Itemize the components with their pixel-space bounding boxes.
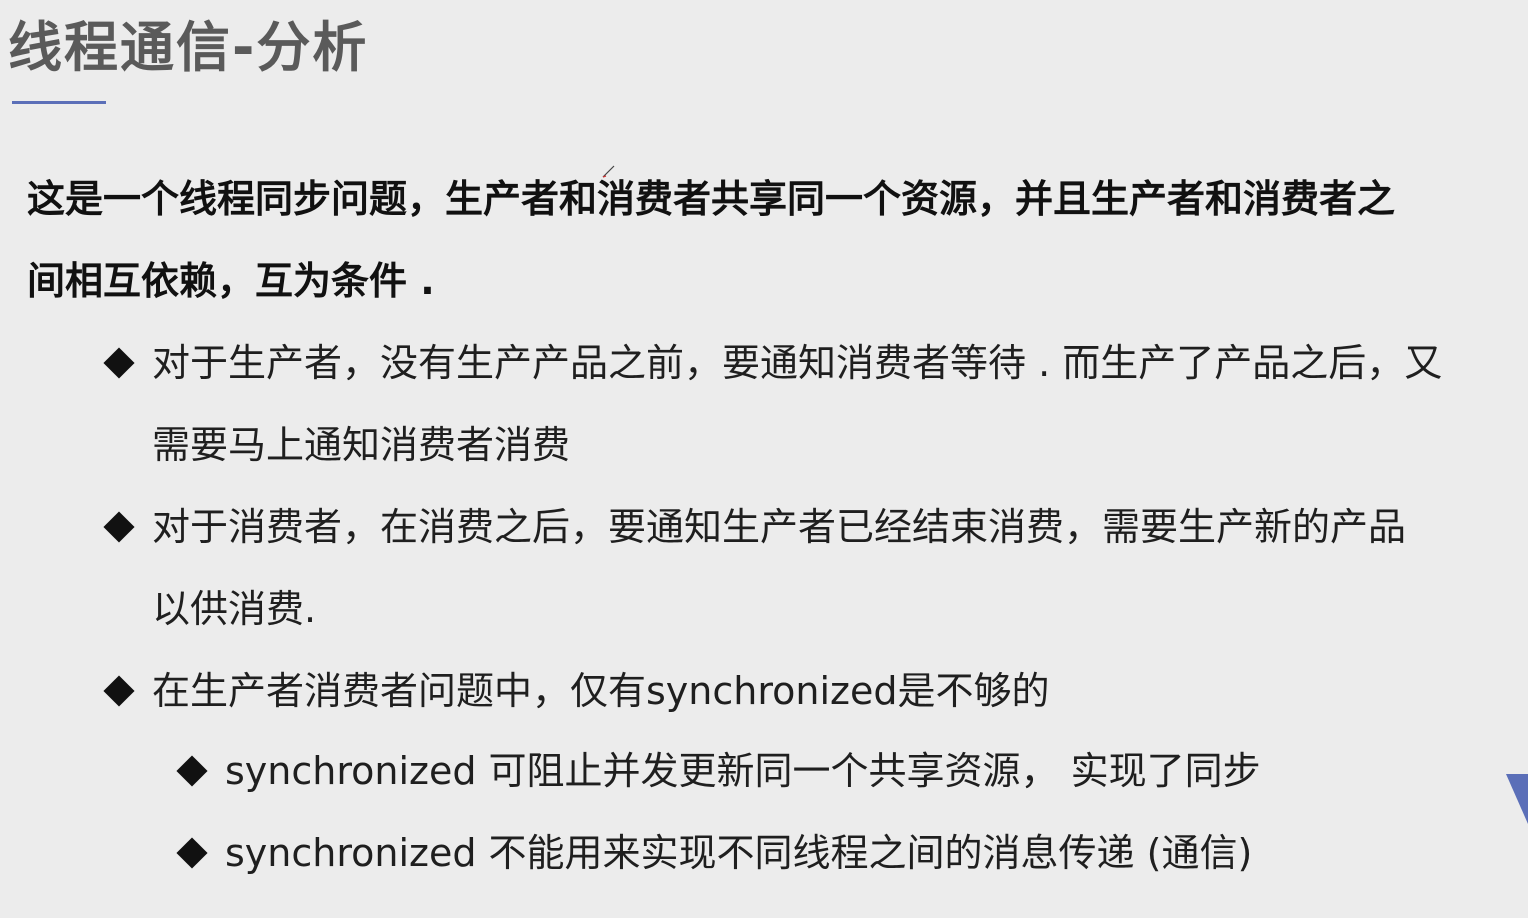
bullet-consumer-line-1: 对于消费者，在消费之后，要通知生产者已经结束消费，需要生产新的产品 [152,505,1407,549]
sub-bullet-sync-no-messaging-text: synchronized 不能用来实现不同线程之间的消息传递 (通信) [225,831,1253,875]
bullet-producer-line-1: 对于生产者，没有生产产品之前，要通知消费者等待 . 而生产了产品之后，又 [152,341,1443,385]
intro-line-1: 这是一个线程同步问题，生产者和消费者共享同一个资源，并且生产者和消费者之 [27,177,1396,221]
bullet-producer-line-2: 需要马上通知消费者消费 [152,423,571,467]
corner-decoration [1506,774,1528,824]
bullet-consumer-line-2: 以供消费. [152,587,317,631]
intro-paragraph: 这是一个线程同步问题，生产者和消费者共享同一个资源，并且生产者和消费者之 间相互… [27,158,1487,322]
slide-title: 线程通信-分析 [8,16,369,79]
diamond-bullet-icon [103,347,135,379]
intro-line-2: 间相互依赖，互为条件 . [27,259,435,303]
diamond-bullet-icon [176,837,208,869]
pen-cursor-icon [602,165,615,178]
bullet-synchronized-line: 在生产者消费者问题中，仅有synchronized是不够的 [152,669,1050,713]
diamond-bullet-icon [103,511,135,543]
diamond-bullet-icon [176,755,208,787]
sub-bullet-sync-prevents-text: synchronized 可阻止并发更新同一个共享资源， 实现了同步 [225,749,1261,793]
title-underline [12,101,106,104]
diamond-bullet-icon [103,675,135,707]
